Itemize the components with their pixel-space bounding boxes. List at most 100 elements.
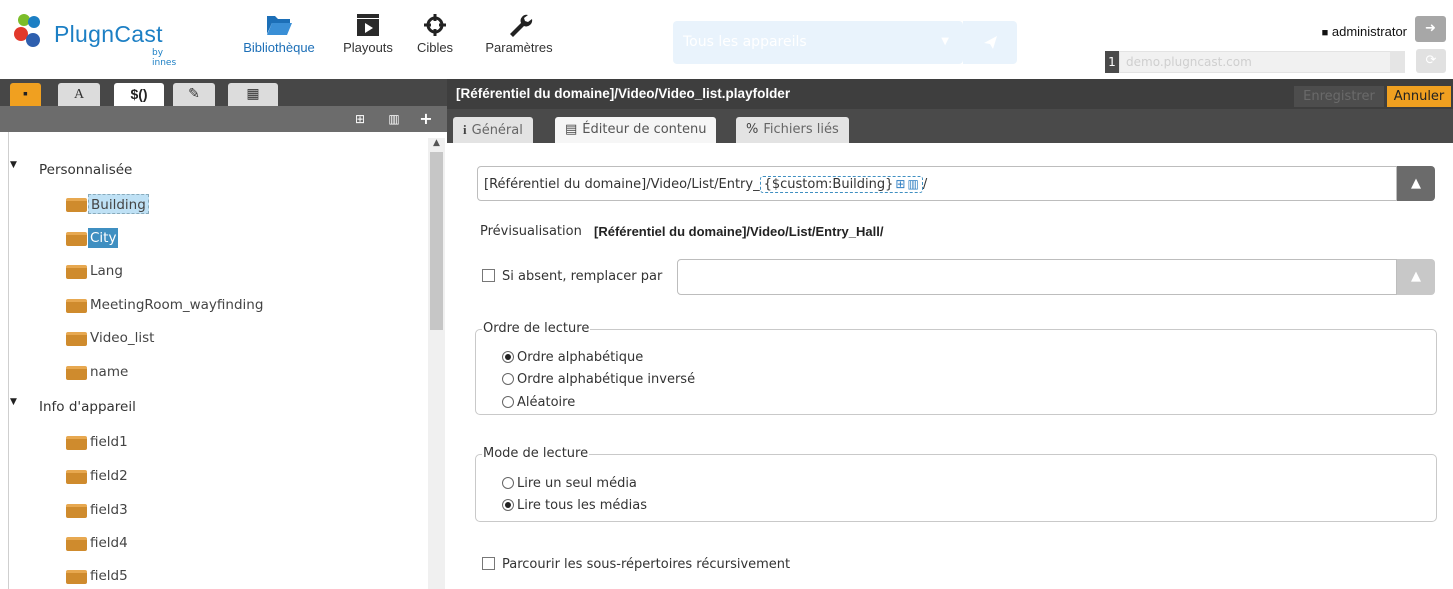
save-button[interactable]: Enregistrer: [1294, 86, 1384, 107]
plus-icon: +: [419, 109, 433, 128]
radio-label: Ordre alphabétique: [517, 350, 644, 365]
checkbox-icon[interactable]: [482, 269, 495, 282]
tab-text-label: A: [73, 87, 85, 102]
folder-icon: [66, 332, 87, 346]
if-absent-checkbox[interactable]: Si absent, remplacer par: [482, 269, 662, 284]
nav-cibles[interactable]: Cibles: [415, 12, 455, 55]
tab-linked-files[interactable]: % Fichiers liés: [736, 117, 849, 143]
logo-subtitle: by innes: [152, 48, 177, 68]
tab-label: Éditeur de contenu: [582, 122, 707, 137]
editor-header: [Référentiel du domaine]/Video/Video_lis…: [447, 79, 1453, 109]
delete-button[interactable]: ▥: [384, 110, 404, 128]
insert-variable-button[interactable]: ⊞: [350, 110, 370, 128]
device-select[interactable]: Tous les appareils ▼: [673, 21, 963, 64]
folder-icon: [66, 265, 87, 279]
nav-label: Playouts: [343, 40, 393, 55]
tree-item-label: name: [90, 364, 129, 380]
folder-icon: [66, 504, 87, 518]
tab-label: Général: [471, 123, 523, 138]
radio-icon[interactable]: [502, 477, 514, 489]
recursive-label: Parcourir les sous-répertoires récursive…: [502, 557, 791, 572]
caret-down-icon[interactable]: ▼: [10, 160, 17, 170]
folder-icon: [66, 299, 87, 313]
domain-index: 1: [1105, 51, 1119, 73]
tree-item-label: field3: [90, 502, 128, 518]
domain-select[interactable]: demo.plugncast.com: [1119, 51, 1405, 73]
archive-icon: ▪: [23, 87, 28, 102]
insert-icon: ⊞: [354, 112, 366, 126]
tree-item-label: field5: [90, 568, 128, 584]
tab-archive[interactable]: ▪: [10, 83, 41, 106]
path-prefix: [Référentiel du domaine]/Video/List/Entr…: [484, 177, 760, 192]
upload-icon: ▲: [1411, 269, 1421, 284]
nav-parametres[interactable]: Paramètres: [478, 12, 560, 55]
editor-title: [Référentiel du domaine]/Video/Video_lis…: [456, 86, 791, 101]
tab-general[interactable]: i Général: [453, 117, 533, 143]
tree-group-label: Info d'appareil: [39, 399, 136, 415]
tree-item-label: Building: [88, 194, 149, 214]
cancel-button[interactable]: Annuler: [1387, 86, 1451, 107]
nav-label: Cibles: [416, 40, 454, 55]
send-button[interactable]: [963, 21, 1017, 64]
tree-item-label: field1: [90, 434, 128, 450]
calendar-icon: ▦: [246, 87, 260, 102]
user-name: administrator: [1331, 24, 1407, 39]
refresh-button[interactable]: ⟳: [1416, 49, 1446, 73]
top-bar: PlugnCast by innes Bibliothèque Playouts…: [0, 0, 1453, 78]
logout-button[interactable]: ➜: [1415, 16, 1446, 42]
replacement-upload-button[interactable]: ▲: [1397, 259, 1435, 295]
sign-out-icon: ➜: [1425, 21, 1436, 36]
radio-label: Lire tous les médias: [517, 498, 648, 513]
order-legend: Ordre de lecture: [482, 321, 591, 336]
tab-tags[interactable]: ✎: [173, 83, 215, 106]
path-upload-button[interactable]: ▲: [1397, 166, 1435, 201]
checkbox-icon[interactable]: [482, 557, 495, 570]
link-icon: %: [746, 122, 759, 137]
radio-order-random[interactable]: Aléatoire: [502, 395, 575, 410]
app-logo[interactable]: PlugnCast by innes: [12, 8, 182, 68]
nav-label: Bibliothèque: [243, 40, 315, 55]
radio-icon[interactable]: [502, 373, 514, 385]
insert-icon[interactable]: ⊞: [895, 177, 905, 191]
variable-chip[interactable]: {$custom:Building} ⊞ ▥: [759, 176, 923, 193]
caret-down-icon[interactable]: ▼: [10, 397, 17, 407]
domain-dropdown-toggle[interactable]: [1390, 51, 1405, 73]
tab-text[interactable]: A: [58, 83, 100, 106]
radio-mode-all[interactable]: Lire tous les médias: [502, 498, 647, 513]
tab-variables[interactable]: $(): [114, 83, 164, 106]
nav-label: Paramètres: [485, 40, 553, 55]
recursive-checkbox[interactable]: Parcourir les sous-répertoires récursive…: [482, 557, 790, 572]
trash-icon[interactable]: ▥: [907, 177, 918, 191]
editor-tab-bar: i Général ▤ Éditeur de contenu % Fichiers l…: [447, 109, 1453, 143]
tree-item-label: Video_list: [90, 330, 155, 346]
folder-icon: [66, 537, 87, 551]
folder-icon: [66, 470, 87, 484]
scroll-up-icon[interactable]: ▲: [430, 138, 443, 152]
path-input[interactable]: [Référentiel du domaine]/Video/List/Entr…: [477, 166, 1397, 201]
left-scrollbar-thumb[interactable]: [430, 152, 443, 330]
nav-playouts[interactable]: Playouts: [338, 12, 398, 55]
radio-checked-icon[interactable]: [502, 499, 514, 511]
refresh-icon: ⟳: [1425, 53, 1437, 68]
add-button[interactable]: +: [416, 110, 436, 128]
radio-checked-icon[interactable]: [502, 351, 514, 363]
tab-content-editor[interactable]: ▤ Éditeur de contenu: [555, 117, 717, 143]
tab-calendar[interactable]: ▦: [228, 83, 278, 106]
folder-icon: [66, 436, 87, 450]
radio-label: Lire un seul média: [517, 476, 637, 491]
logo-text: PlugnCast: [54, 21, 163, 47]
radio-order-alpha-reverse[interactable]: Ordre alphabétique inversé: [502, 372, 695, 387]
tree-item-label: field2: [90, 468, 128, 484]
user-icon: ■: [1321, 27, 1329, 39]
nav-bibliotheque[interactable]: Bibliothèque: [238, 12, 320, 55]
tree-item-label: City: [88, 228, 119, 248]
radio-icon[interactable]: [502, 396, 514, 408]
replacement-input[interactable]: [677, 259, 1397, 295]
user-menu[interactable]: ■ administrator: [1322, 24, 1407, 39]
folder-icon: [66, 232, 87, 246]
radio-mode-single[interactable]: Lire un seul média: [502, 476, 637, 491]
tab-variables-label: $(): [130, 86, 148, 102]
order-fieldset: Ordre de lecture Ordre alphabétique Ordr…: [475, 321, 1437, 415]
device-select-placeholder: Tous les appareils: [683, 34, 807, 50]
radio-order-alpha[interactable]: Ordre alphabétique: [502, 350, 643, 365]
